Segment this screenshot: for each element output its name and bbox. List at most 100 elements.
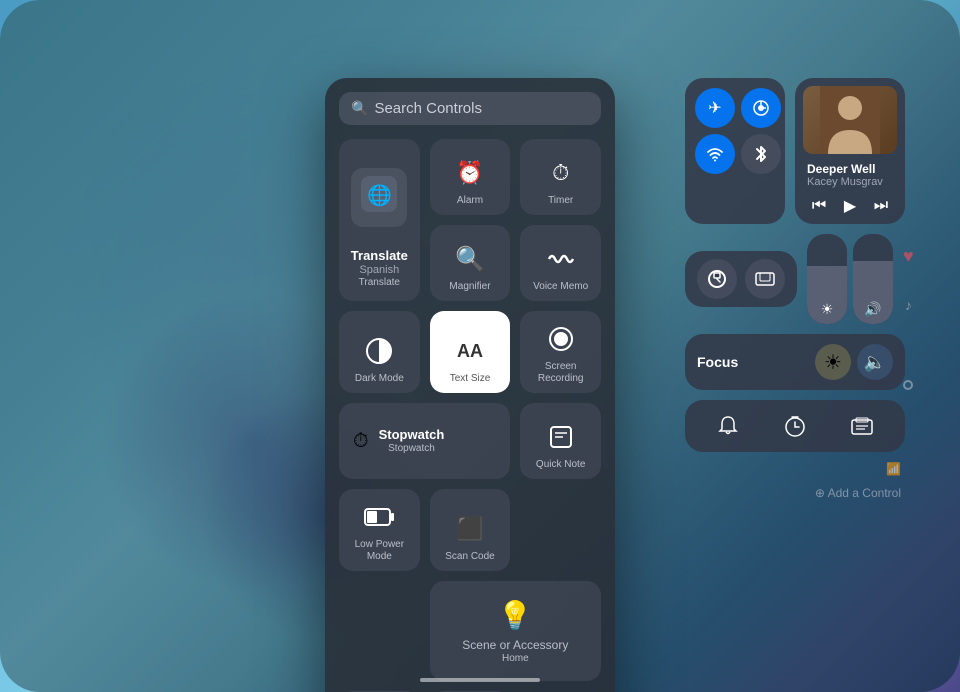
sun-icon: ☀ [824,350,842,375]
now-playing-info: Deeper Well Kacey Musgrav [803,160,897,190]
home-scene-label: Home [502,653,529,665]
lock-rotation-button[interactable] [697,259,737,299]
timer-bottom-button[interactable] [775,406,815,446]
translate-label: Translate [351,248,408,263]
next-button[interactable]: ⏭ [874,197,888,215]
volume-icon: 🔊 [864,301,881,318]
airdrop-button[interactable] [741,88,781,128]
home-indicator [420,678,540,682]
screen-mirror-button[interactable] [745,259,785,299]
quick-note-label: Quick Note [536,459,585,471]
bell-button[interactable] [708,406,748,446]
scan-code-control[interactable]: ⬛ Scan Code [430,489,511,571]
bluetooth-icon [754,144,768,164]
volume-slider[interactable]: 🔊 [853,234,893,324]
quick-note-icon [543,419,579,455]
lock-mirror-row: ☀ 🔊 ♥ ♪ [685,234,905,324]
top-section: ✈ [685,78,905,224]
search-icon: 🔍 [351,100,368,117]
magnifier-icon: 🔍 [452,241,488,277]
bell-icon [718,415,738,437]
stopwatch-control[interactable]: ⏱ Stopwatch Stopwatch [339,403,510,479]
scan-code-label: Scan Code [445,551,494,563]
screen-time-button[interactable] [842,406,882,446]
lock-rotation-icon [707,269,727,289]
stopwatch-footer: Stopwatch [379,443,445,455]
dark-mode-control[interactable]: Dark Mode [339,311,420,393]
timer-label: Timer [548,195,573,207]
bottom-icons-block [685,400,905,452]
now-playing-block: Deeper Well Kacey Musgrav ⏮ ▶ ⏭ [795,78,905,224]
timer-icon: ⏱ [543,155,579,191]
sliders-block: ☀ 🔊 [807,234,893,324]
search-bar[interactable]: 🔍 Search Controls [339,92,601,125]
album-art [803,86,897,154]
focus-label: Focus [697,354,807,370]
low-power-label: Low Power Mode [345,539,414,563]
wifi-icon [706,145,724,163]
speaker-icon: 🔈 [864,352,886,373]
stopwatch-label: Stopwatch [379,427,445,442]
right-panel: ✈ [685,78,905,500]
screen-time-icon [851,415,873,437]
prev-button[interactable]: ⏮ [812,197,826,215]
magnifier-label: Magnifier [449,281,490,293]
focus-block: Focus ☀ 🔈 [685,334,905,390]
signal-icon: 📶 [886,462,901,476]
screen-recording-control[interactable]: Screen Recording [520,311,601,393]
voice-memo-label: Voice Memo [533,281,588,293]
timer-bottom-icon [784,415,806,437]
floating-icons: ♥ ♪ [903,246,914,313]
timer-control[interactable]: ⏱ Timer [520,139,601,215]
screen-recording-icon [543,321,579,357]
ipad-frame: 🔍 Search Controls 🌐 Translate Spanish [0,0,960,692]
dark-mode-icon [361,333,397,369]
song-title: Deeper Well [807,162,893,176]
quick-note-control[interactable]: Quick Note [520,403,601,479]
add-control-text[interactable]: ⊕ Add a Control [685,486,905,500]
alarm-label: Alarm [457,195,483,207]
text-size-icon: AA [452,333,488,369]
search-panel: 🔍 Search Controls 🌐 Translate Spanish [325,78,615,692]
stopwatch-icon: ⏱ [353,430,369,453]
home-scene-control[interactable]: 💡 Scene or Accessory Home [430,581,601,681]
airplane-mode-button[interactable]: ✈ [695,88,735,128]
song-artist: Kacey Musgrav [807,176,893,188]
album-art-image [820,86,880,154]
scan-code-icon: ⬛ [452,511,488,547]
translate-icon: 🌐 [361,176,397,212]
focus-speaker-button[interactable]: 🔈 [857,344,893,380]
focus-modes: ☀ 🔈 [815,344,893,380]
text-size-control[interactable]: AA Text Size [430,311,511,393]
magnifier-control[interactable]: 🔍 Magnifier [430,225,511,301]
voice-memo-icon [543,241,579,277]
play-button[interactable]: ▶ [844,196,856,216]
brightness-slider[interactable]: ☀ [807,234,847,324]
heart-icon: ♥ [903,246,914,267]
dark-mode-label: Dark Mode [355,373,404,385]
alarm-control[interactable]: ⏰ Alarm [430,139,511,215]
playback-controls: ⏮ ▶ ⏭ [803,196,897,216]
home-scene-icon: 💡 [498,599,533,632]
wifi-button[interactable] [695,134,735,174]
translate-sublabel: Spanish [359,264,399,276]
low-power-control[interactable]: Low Power Mode [339,489,420,571]
bluetooth-button[interactable] [741,134,781,174]
controls-grid: 🌐 Translate Spanish Translate ⏰ Alarm ⏱ … [339,139,601,692]
home-scene-sublabel: Scene or Accessory [462,638,568,652]
airdrop-icon [752,99,770,117]
stopwatch-text: Stopwatch Stopwatch [379,427,445,455]
svg-text:🌐: 🌐 [367,183,392,207]
translate-footer: Translate [359,277,400,289]
connectivity-grid: ✈ [695,88,775,174]
focus-sun-button[interactable]: ☀ [815,344,851,380]
translate-control[interactable]: 🌐 Translate Spanish Translate [339,139,420,301]
signal-area: 📶 [685,462,905,476]
search-input[interactable]: Search Controls [374,100,589,117]
voice-memo-control[interactable]: Voice Memo [520,225,601,301]
circle-dot [903,380,913,390]
low-power-icon [361,499,397,535]
lock-mirror-block [685,251,797,307]
text-size-label: Text Size [450,373,491,385]
screen-mirror-icon [755,269,775,289]
